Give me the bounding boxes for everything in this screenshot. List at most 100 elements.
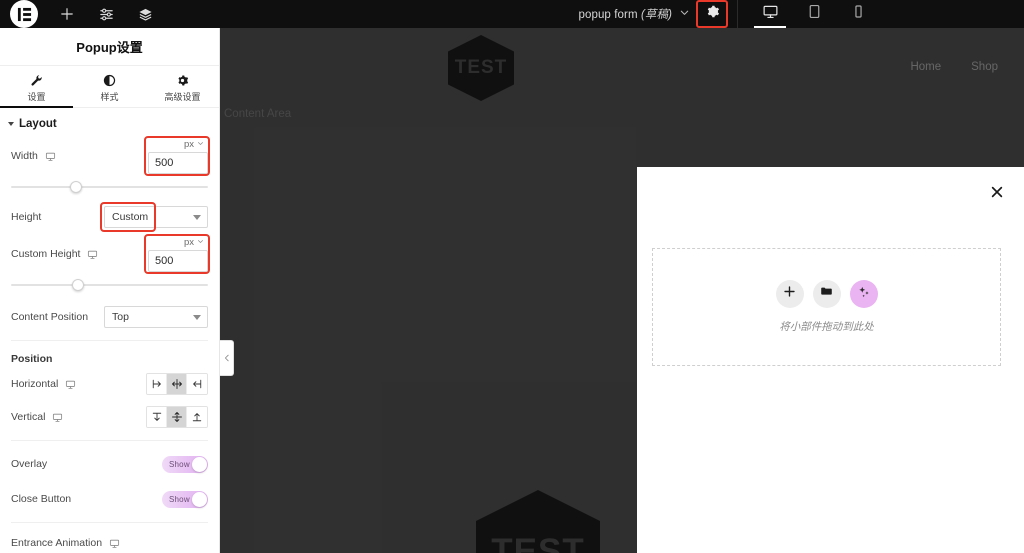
tablet-icon — [806, 3, 823, 25]
sliders-icon — [99, 7, 114, 22]
toggle-knob — [192, 491, 207, 507]
custom-height-label: Custom Height — [11, 248, 81, 260]
panel-title: Popup设置 — [76, 40, 143, 55]
overlay-toggle-state: Show — [169, 459, 190, 469]
desktop-icon — [762, 3, 779, 25]
width-slider-track — [11, 186, 208, 188]
horizontal-position-row: Horizontal — [0, 371, 219, 397]
layers-icon — [138, 7, 153, 22]
align-bottom-button[interactable] — [187, 407, 207, 427]
content-position-select[interactable]: Top — [104, 306, 208, 328]
horizontal-label: Horizontal — [11, 378, 59, 390]
desktop-icon[interactable] — [87, 249, 98, 260]
custom-height-input[interactable] — [148, 250, 208, 272]
document-settings-button[interactable] — [696, 0, 728, 28]
top-toolbar: popup form (草稿) — [0, 0, 1024, 28]
close-button-toggle-state: Show — [169, 494, 190, 504]
structure-toolbar-button[interactable] — [130, 0, 160, 28]
content-position-row: Content Position Top — [0, 304, 219, 330]
panel-collapse-handle[interactable] — [220, 340, 234, 376]
vertical-label: Vertical — [11, 411, 46, 423]
custom-height-slider[interactable] — [11, 276, 208, 294]
elementor-editor: popup form (草稿) TEST Home Shop Content A… — [0, 0, 1024, 553]
custom-height-slider-row — [0, 272, 219, 296]
close-button-toggle[interactable]: Show — [162, 490, 208, 508]
align-top-button[interactable] — [147, 407, 167, 427]
align-right-icon — [191, 378, 203, 390]
popup-close-button[interactable] — [988, 185, 1006, 203]
custom-height-slider-track — [11, 284, 208, 286]
vertical-position-row: Vertical — [0, 404, 219, 430]
vertical-alignment-group — [146, 406, 208, 428]
popup-preview: 将小部件拖动到此处 — [637, 167, 1024, 553]
entrance-animation-label-wrap: Entrance Animation — [0, 533, 219, 553]
document-name[interactable]: popup form (草稿) — [578, 6, 672, 22]
custom-height-unit-selector[interactable]: px — [184, 236, 208, 250]
align-center-vertical-button[interactable] — [167, 407, 187, 427]
close-button-row: Close Button Show — [0, 486, 219, 512]
elementor-logo-button[interactable] — [10, 0, 38, 28]
wrench-icon — [30, 74, 43, 87]
desktop-icon[interactable] — [109, 538, 120, 549]
overlay-row: Overlay Show — [0, 451, 219, 477]
close-button-label: Close Button — [11, 493, 72, 505]
device-mobile-button[interactable] — [836, 0, 880, 28]
height-label-wrap: Height — [11, 211, 104, 223]
align-right-button[interactable] — [187, 374, 207, 394]
layout-section-header[interactable]: Layout — [0, 108, 219, 138]
plus-icon — [783, 285, 796, 303]
tab-settings-label: 设置 — [27, 91, 46, 102]
width-slider-row — [0, 174, 219, 198]
panel-divider-3 — [11, 522, 208, 523]
custom-height-slider-knob[interactable] — [72, 279, 85, 291]
device-desktop-button[interactable] — [748, 0, 792, 28]
chevron-down-icon — [193, 215, 201, 220]
width-control-row: Width px — [0, 136, 219, 176]
align-bottom-icon — [191, 411, 203, 423]
plus-icon — [60, 7, 74, 21]
add-element-button[interactable] — [775, 280, 804, 308]
horizontal-alignment-group — [146, 373, 208, 395]
desktop-icon[interactable] — [52, 412, 63, 423]
width-slider-knob[interactable] — [70, 181, 83, 193]
align-left-icon — [151, 378, 163, 390]
device-tablet-button[interactable] — [792, 0, 836, 28]
folder-icon — [820, 285, 833, 303]
width-input[interactable] — [148, 152, 208, 174]
close-icon — [990, 185, 1004, 204]
overlay-label: Overlay — [11, 458, 48, 470]
document-dropdown-button[interactable] — [679, 5, 690, 23]
width-unit-selector[interactable]: px — [184, 138, 208, 152]
add-element-toolbar-button[interactable] — [52, 0, 82, 28]
site-settings-toolbar-button[interactable] — [91, 0, 121, 28]
settings-panel: Popup设置 设置 样式 高级设置 Layout Width px 500 H… — [0, 28, 220, 553]
width-label: Width — [11, 150, 38, 162]
align-center-horizontal-icon — [171, 378, 183, 390]
chevron-left-icon — [223, 349, 231, 367]
tab-advanced[interactable]: 高级设置 — [146, 66, 219, 107]
align-left-button[interactable] — [147, 374, 167, 394]
dropzone-actions — [775, 280, 878, 308]
tab-advanced-label: 高级设置 — [164, 91, 201, 102]
overlay-toggle[interactable]: Show — [162, 455, 208, 473]
width-unit-label: px — [183, 139, 194, 150]
ai-button[interactable] — [849, 280, 878, 308]
desktop-icon[interactable] — [45, 151, 56, 162]
height-control-row: Height Custom — [0, 202, 219, 232]
panel-divider — [11, 340, 208, 341]
layout-section-label: Layout — [19, 118, 57, 130]
tab-style[interactable]: 样式 — [73, 66, 146, 107]
dropzone-hint-text: 将小部件拖动到此处 — [779, 321, 874, 333]
align-center-horizontal-button[interactable] — [167, 374, 187, 394]
chevron-down-icon — [193, 315, 201, 320]
tab-settings[interactable]: 设置 — [0, 66, 73, 108]
width-unit-and-value: px — [144, 136, 210, 176]
overlay-label-wrap: Overlay — [11, 458, 162, 470]
chevron-down-icon — [197, 237, 204, 248]
width-slider[interactable] — [11, 178, 208, 196]
position-group-label: Position — [11, 353, 53, 365]
add-template-button[interactable] — [812, 280, 841, 308]
desktop-icon[interactable] — [65, 379, 76, 390]
height-label: Height — [11, 211, 42, 223]
widget-dropzone[interactable]: 将小部件拖动到此处 — [652, 248, 1001, 366]
